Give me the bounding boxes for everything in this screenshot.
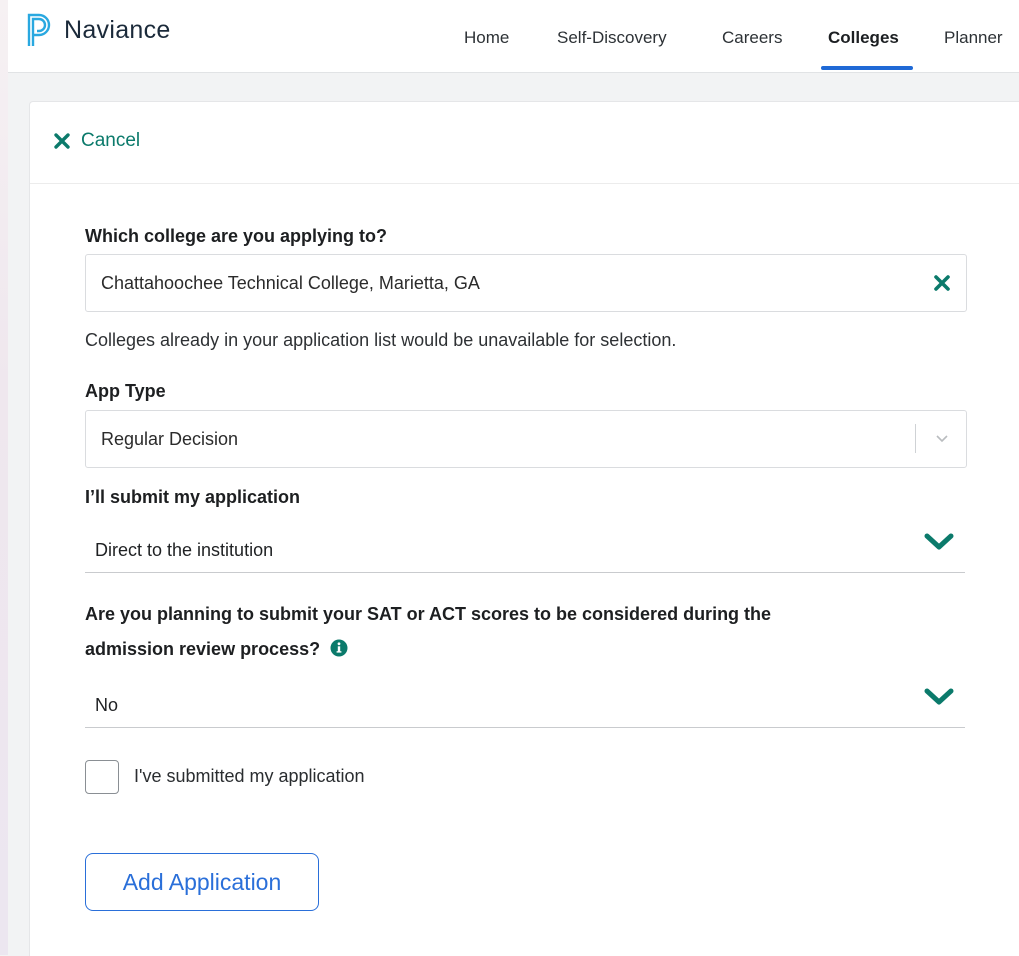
card-header: Cancel	[30, 102, 1019, 184]
page-edge	[0, 0, 8, 955]
close-icon[interactable]	[933, 274, 951, 292]
test-scores-select[interactable]: No	[85, 675, 965, 728]
test-scores-value: No	[95, 695, 119, 715]
app-type-select[interactable]: Regular Decision	[85, 410, 967, 468]
test-scores-label-line2: admission review process?	[85, 639, 321, 659]
chevron-down-icon[interactable]	[923, 531, 955, 553]
submit-via-select[interactable]: Direct to the institution	[85, 520, 965, 573]
chevron-down-icon[interactable]	[935, 433, 949, 443]
select-separator	[915, 424, 916, 453]
nav-colleges[interactable]: Colleges	[828, 28, 899, 48]
add-application-button[interactable]: Add Application	[85, 853, 319, 911]
submit-via-value: Direct to the institution	[95, 540, 274, 560]
cancel-button[interactable]: Cancel	[53, 130, 140, 152]
college-value: Chattahoochee Technical College, Mariett…	[101, 273, 480, 293]
test-scores-label-line1: Are you planning to submit your SAT or A…	[85, 604, 772, 624]
app-type-label: App Type	[85, 381, 166, 401]
nav-planner[interactable]: Planner	[944, 28, 1003, 48]
submitted-checkbox[interactable]	[85, 760, 119, 794]
info-icon[interactable]	[330, 639, 348, 657]
close-icon	[54, 133, 70, 149]
app-type-value: Regular Decision	[101, 429, 239, 449]
college-search-field[interactable]: Chattahoochee Technical College, Mariett…	[85, 254, 967, 312]
main-nav: Home Self-Discovery Careers Colleges Pla…	[8, 28, 1019, 72]
college-label: Which college are you applying to?	[85, 226, 388, 246]
college-helper-text: Colleges already in your application lis…	[85, 330, 677, 350]
nav-careers[interactable]: Careers	[722, 28, 782, 48]
top-navigation: Naviance Home Self-Discovery Careers Col…	[8, 0, 1019, 73]
cancel-label: Cancel	[81, 130, 141, 151]
test-scores-question: admission review process?	[85, 639, 348, 660]
add-application-card: Cancel Which college are you applying to…	[29, 101, 1019, 956]
chevron-down-icon[interactable]	[923, 686, 955, 708]
submit-via-label: I’ll submit my application	[85, 487, 301, 507]
active-tab-indicator	[821, 66, 913, 70]
nav-home[interactable]: Home	[464, 28, 509, 48]
nav-self-discovery[interactable]: Self-Discovery	[557, 28, 667, 48]
submitted-checkbox-label[interactable]: I've submitted my application	[134, 766, 365, 787]
